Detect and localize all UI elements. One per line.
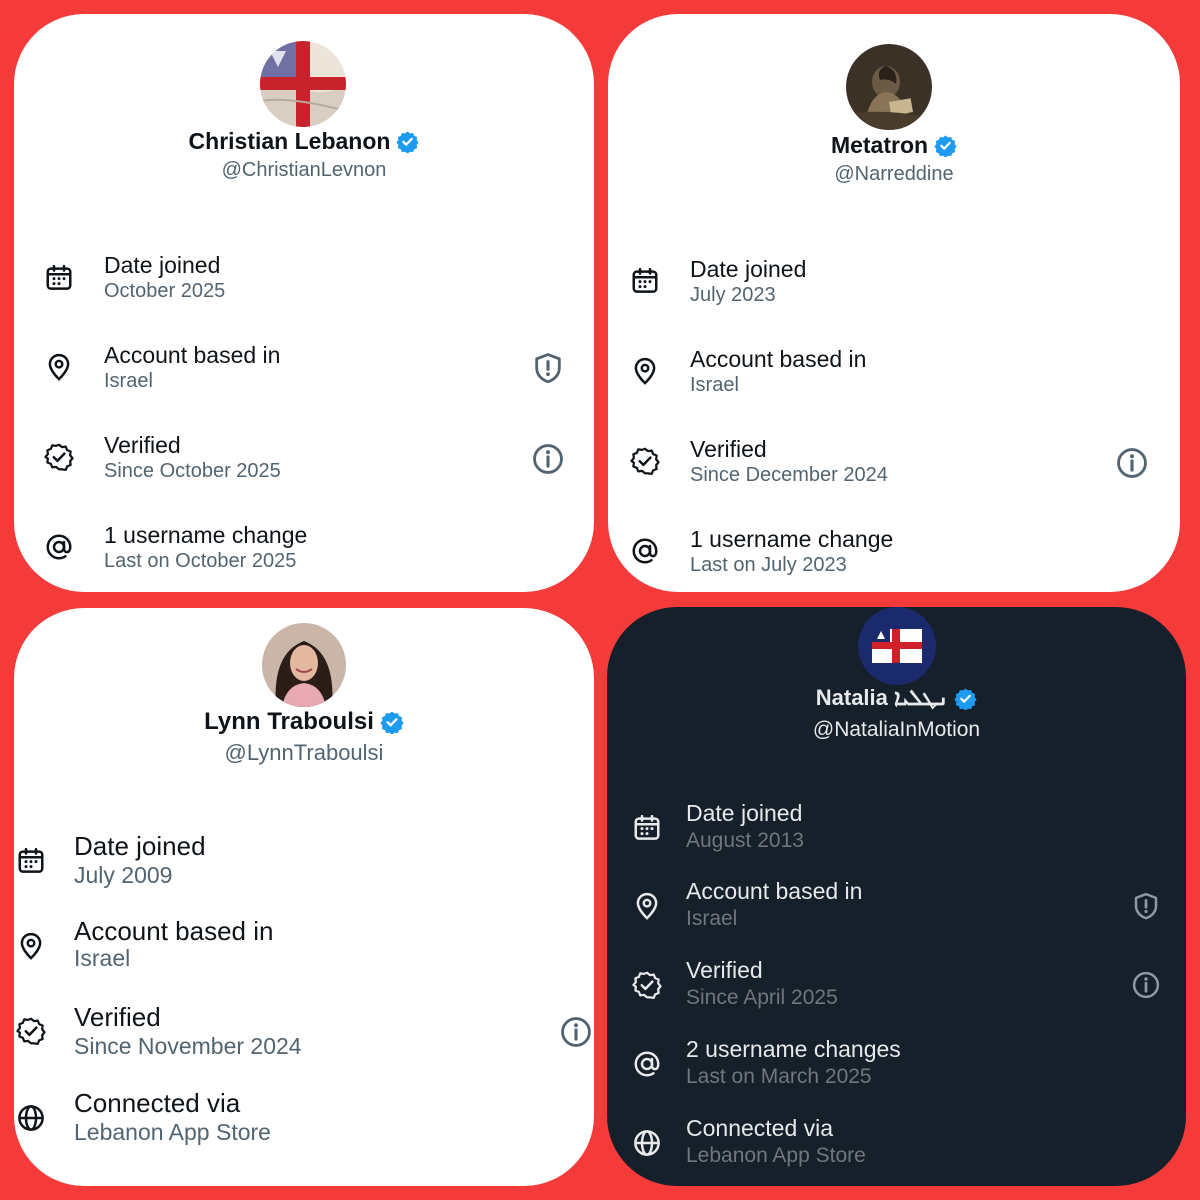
profile-avatar[interactable] (858, 607, 936, 685)
row-label: 1 username change (690, 526, 894, 552)
profile-avatar[interactable] (262, 623, 346, 707)
globe-icon (16, 1103, 46, 1133)
row-label: Verified (104, 432, 181, 458)
verified-badge-outline-icon (632, 970, 662, 1000)
verified-badge-icon[interactable] (934, 134, 957, 157)
display-name: Christian Lebanon (188, 128, 391, 154)
row-label: 1 username change (104, 522, 308, 548)
row-value: Last on July 2023 (690, 554, 847, 576)
at-sign-icon (632, 1049, 662, 1079)
shield-alert-icon[interactable] (1131, 891, 1161, 921)
info-icon[interactable] (1131, 970, 1161, 1000)
username-handle: @Narreddine (834, 163, 954, 185)
profile-card-christian-lebanon: Christian Lebanon @ChristianLevnon Date … (14, 14, 594, 592)
profile-avatar[interactable] (260, 41, 346, 127)
row-label: Date joined (686, 800, 803, 826)
at-sign-icon (44, 532, 74, 562)
row-label: Date joined (104, 252, 221, 278)
username-handle: @ChristianLevnon (221, 159, 387, 181)
row-label: Connected via (74, 1088, 241, 1118)
calendar-icon (630, 266, 660, 296)
row-value: Lebanon App Store (686, 1144, 866, 1167)
location-pin-icon (632, 891, 662, 921)
row-label: Account based in (74, 916, 274, 946)
shield-alert-icon[interactable] (531, 351, 565, 385)
row-value: July 2023 (690, 284, 776, 306)
location-pin-icon (44, 352, 74, 382)
username-handle: @NataliaInMotion (812, 718, 981, 741)
row-value: Israel (104, 370, 153, 392)
verified-badge-icon[interactable] (380, 710, 404, 734)
row-value: Since November 2024 (74, 1033, 302, 1059)
info-icon[interactable] (1115, 446, 1149, 480)
info-icon[interactable] (559, 1015, 593, 1049)
calendar-icon (16, 846, 46, 876)
globe-icon (632, 1128, 662, 1158)
verified-badge-outline-icon (44, 442, 74, 472)
verified-badge-outline-icon (16, 1016, 46, 1046)
profile-card-natalia: Natalia ܢܛܠܝܐ @NataliaInMotion Date join… (607, 607, 1186, 1186)
row-label: Connected via (686, 1115, 834, 1141)
profile-card-lynn-traboulsi: Lynn Traboulsi @LynnTraboulsi Date joine… (14, 608, 594, 1186)
info-icon[interactable] (531, 442, 565, 476)
row-value: Last on March 2025 (686, 1065, 872, 1088)
location-pin-icon (630, 356, 660, 386)
display-name: Natalia ܢܛܠܝܐ (815, 685, 949, 710)
row-value: October 2025 (104, 280, 226, 302)
row-label: Date joined (690, 256, 807, 282)
verified-badge-icon[interactable] (954, 687, 977, 710)
verified-badge-icon[interactable] (396, 130, 419, 153)
row-value: Since December 2024 (690, 464, 888, 486)
row-label: Date joined (74, 831, 206, 861)
row-value: Israel (690, 374, 739, 396)
display-name-row: Lynn Traboulsi (14, 708, 594, 736)
location-pin-icon (16, 931, 46, 961)
row-value: Israel (686, 907, 738, 930)
username-handle: @LynnTraboulsi (224, 740, 384, 765)
row-value: Last on October 2025 (104, 550, 297, 572)
row-value: Israel (74, 945, 131, 971)
row-value: July 2009 (74, 862, 173, 888)
verified-badge-outline-icon (630, 446, 660, 476)
profile-avatar[interactable] (846, 44, 932, 130)
at-sign-icon (630, 536, 660, 566)
display-name-row: Metatron (608, 132, 1180, 159)
display-name-row: Natalia ܢܛܠܝܐ (607, 685, 1186, 711)
row-value: August 2013 (686, 829, 804, 852)
calendar-icon (632, 813, 662, 843)
row-value: Since October 2025 (104, 460, 281, 482)
row-label: Verified (74, 1002, 161, 1032)
row-label: Account based in (104, 342, 281, 368)
row-label: Account based in (690, 346, 867, 372)
row-value: Since April 2025 (686, 986, 838, 1009)
profile-card-metatron: Metatron @Narreddine Date joined July 20… (608, 14, 1180, 592)
display-name-row: Christian Lebanon (14, 128, 594, 155)
row-value: Lebanon App Store (74, 1119, 271, 1145)
calendar-icon (44, 263, 74, 293)
row-label: Account based in (686, 878, 863, 904)
row-label: Verified (686, 957, 763, 983)
display-name: Metatron (830, 132, 929, 158)
row-label: Verified (690, 436, 767, 462)
row-label: 2 username changes (686, 1036, 901, 1062)
display-name: Lynn Traboulsi (204, 708, 374, 735)
